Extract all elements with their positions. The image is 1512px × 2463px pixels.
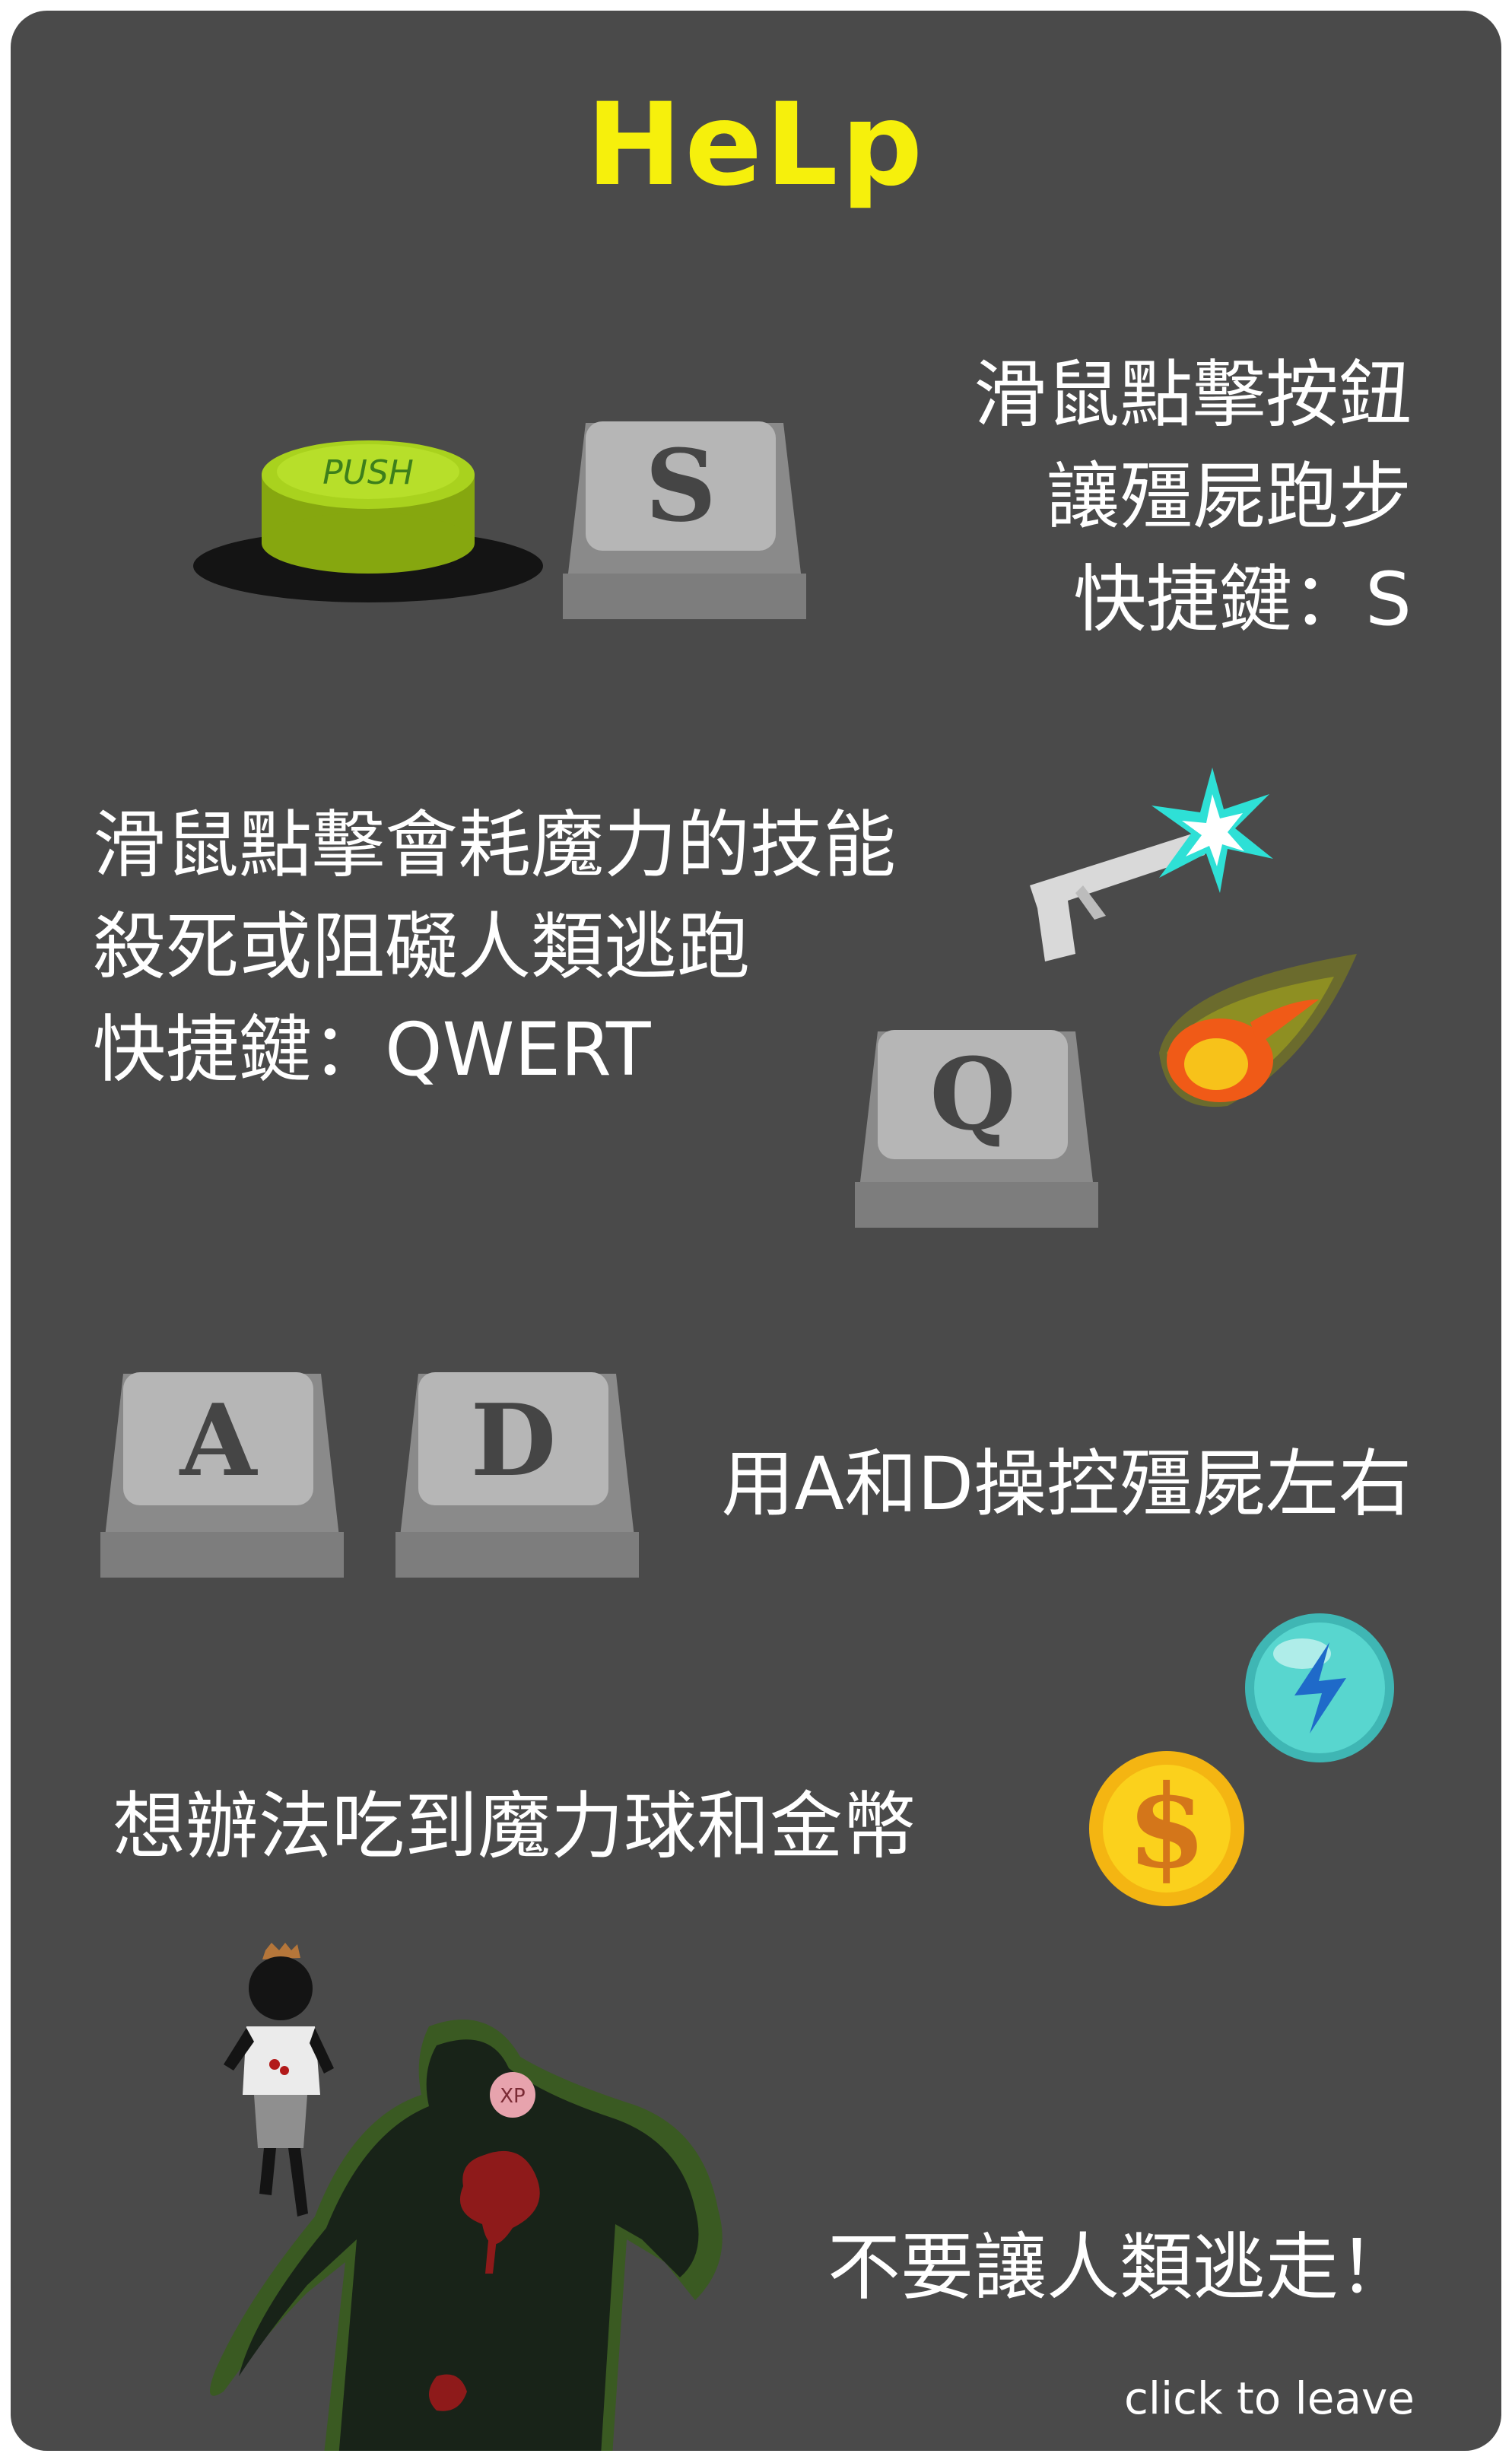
key-q-letter: Q bbox=[929, 1036, 1015, 1152]
skills-line-2: 殺死或阻礙人類逃跑 bbox=[93, 904, 750, 990]
push-label: PUSH bbox=[322, 453, 414, 492]
coin-symbol: $ bbox=[1127, 1760, 1206, 1894]
push-button-icon[interactable]: PUSH bbox=[186, 421, 551, 619]
run-line-1: 滑鼠點擊按鈕 bbox=[974, 352, 1412, 437]
fireball-icon[interactable] bbox=[1144, 939, 1372, 1121]
leave-link[interactable]: click to leave bbox=[1124, 2372, 1415, 2424]
run-line-3: 快捷鍵：S bbox=[1073, 556, 1412, 642]
run-instructions: 滑鼠點擊按鈕 讓殭屍跑步 快捷鍵：S bbox=[974, 344, 1412, 650]
skills-line-3: 快捷鍵：QWERT bbox=[93, 1006, 651, 1092]
move-instructions: 用A和D操控殭屍左右 bbox=[721, 1441, 1412, 1527]
skills-line-1: 滑鼠點擊會耗魔力的技能 bbox=[93, 802, 896, 888]
key-d-letter: D bbox=[471, 1382, 557, 1498]
key-s-icon[interactable]: S bbox=[555, 414, 814, 634]
key-a-icon[interactable]: A bbox=[93, 1365, 351, 1593]
run-line-2: 讓殭屍跑步 bbox=[1047, 454, 1412, 540]
gold-coin-icon[interactable]: $ bbox=[1083, 1745, 1250, 1912]
zombie-icon[interactable]: XP bbox=[201, 2011, 779, 2451]
muzzle-flash-icon bbox=[1151, 768, 1273, 893]
mana-orb-icon[interactable] bbox=[1240, 1608, 1399, 1768]
skills-instructions: 滑鼠點擊會耗魔力的技能 殺死或阻礙人類逃跑 快捷鍵：QWERT bbox=[93, 794, 896, 1101]
key-q-icon[interactable]: Q bbox=[847, 1022, 1106, 1251]
help-panel[interactable]: HeLp PUSH S 滑鼠點擊按鈕 讓殭屍跑步 快捷鍵：S 滑鼠點擊會耗魔力的… bbox=[11, 11, 1501, 2451]
help-title: HeLp bbox=[586, 79, 926, 211]
zombie-tag: XP bbox=[500, 2085, 526, 2108]
collect-instructions: 想辦法吃到魔力球和金幣 bbox=[113, 1784, 916, 1869]
goal-instructions: 不要讓人類逃走！ bbox=[827, 2225, 1412, 2310]
key-s-letter: S bbox=[645, 427, 716, 544]
key-d-icon[interactable]: D bbox=[388, 1365, 646, 1593]
key-a-letter: A bbox=[179, 1382, 259, 1498]
